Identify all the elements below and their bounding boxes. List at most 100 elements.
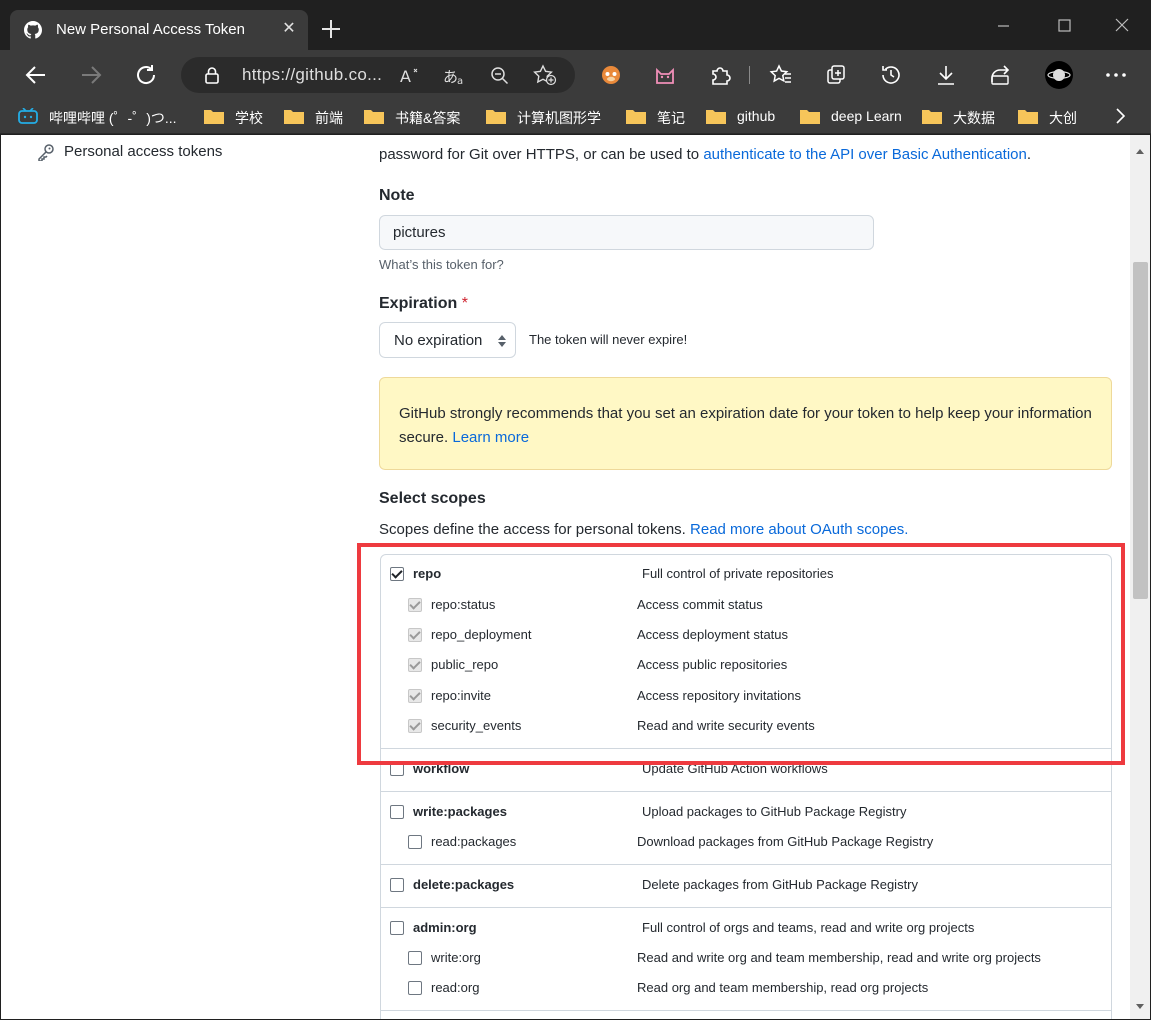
scope-name: repo:status	[431, 597, 496, 612]
select-arrows-icon	[498, 335, 506, 347]
scope-checkbox-repo-invite[interactable]	[408, 689, 422, 703]
scopes-desc-text: Scopes define the access for personal to…	[379, 521, 691, 538]
expiration-value: No expiration	[394, 332, 483, 349]
scope-name: public_repo	[431, 657, 499, 672]
close-window-icon[interactable]	[1109, 14, 1135, 38]
scope-description: Read and write security events	[637, 718, 815, 733]
svg-text:a: a	[457, 76, 463, 87]
basic-auth-link[interactable]: authenticate to the API over Basic Authe…	[703, 146, 1027, 163]
bookmark-label: 大数据	[953, 110, 995, 126]
scope-description: Read and write org and team membership, …	[637, 950, 1041, 965]
bilibili-icon	[18, 108, 38, 124]
forward-arrow-icon[interactable]	[78, 62, 104, 88]
bookmark-label: 前端	[315, 110, 343, 126]
page-scrollbar[interactable]	[1130, 135, 1150, 1019]
translate-icon[interactable]: あa	[443, 65, 467, 87]
browser-toolbar: https://github.co... A あa	[0, 50, 1151, 100]
refresh-icon[interactable]	[133, 62, 159, 88]
toolbar-divider	[749, 66, 750, 84]
scrollbar-thumb[interactable]	[1133, 262, 1148, 599]
scope-checkbox-write-packages[interactable]	[390, 805, 404, 819]
bookmark-label: 学校	[235, 110, 263, 126]
scope-row-read-packages: read:packages Download packages from Git…	[381, 832, 1111, 854]
scope-name: repo_deployment	[431, 627, 532, 642]
key-icon	[38, 144, 54, 161]
folder-icon	[1018, 110, 1038, 124]
extensions-puzzle-icon[interactable]	[707, 62, 733, 88]
scroll-down-arrow-icon[interactable]	[1135, 1001, 1145, 1011]
chevron-right-icon[interactable]	[1110, 106, 1130, 126]
scope-description: Update GitHub Action workflows	[642, 761, 828, 776]
scope-checkbox-repo-deployment[interactable]	[408, 628, 422, 642]
collections-icon[interactable]	[823, 62, 849, 88]
bookmark-label: 哔哩哔哩 (゜-゜)つ...	[49, 110, 177, 126]
expiration-label: Expiration *	[379, 295, 468, 313]
scope-name: read:org	[431, 980, 480, 995]
bookmark-label: 大创	[1049, 110, 1077, 126]
browser-tab[interactable]: New Personal Access Token ✕	[10, 10, 308, 50]
zoom-out-icon[interactable]	[490, 66, 510, 86]
expiration-note: The token will never expire!	[529, 332, 688, 347]
folder-icon	[626, 110, 646, 124]
scopes-list: repo Full control of private repositorie…	[380, 554, 1112, 1019]
read-aloud-icon[interactable]: A	[400, 66, 422, 86]
note-label: Note	[379, 187, 415, 204]
scope-description: Read org and team membership, read org p…	[637, 980, 929, 995]
scope-checkbox-read-org[interactable]	[408, 981, 422, 995]
extension-monkey-icon[interactable]	[598, 62, 624, 88]
scope-checkbox-security-events[interactable]	[408, 719, 422, 733]
scope-description: Download packages from GitHub Package Re…	[637, 834, 934, 849]
expiration-warning-flash: GitHub strongly recommends that you set …	[379, 377, 1112, 470]
svg-text:あ: あ	[443, 68, 458, 86]
scope-row-public-repo: public_repo Access public repositories	[381, 655, 1111, 677]
github-icon	[24, 21, 42, 39]
folder-icon	[706, 110, 726, 124]
scope-checkbox-repo[interactable]	[390, 567, 404, 581]
expiration-select[interactable]: No expiration	[379, 322, 516, 358]
downloads-icon[interactable]	[933, 62, 959, 88]
oauth-scopes-link[interactable]: Read more about OAuth scopes.	[690, 521, 908, 538]
new-tab-plus-icon[interactable]	[318, 16, 344, 42]
history-icon[interactable]	[878, 62, 904, 88]
bookmark-label: 书籍&答案	[395, 110, 461, 126]
scope-checkbox-write-org[interactable]	[408, 951, 422, 965]
add-favorite-icon[interactable]	[533, 64, 557, 86]
minimize-icon[interactable]	[990, 14, 1016, 38]
url-text: https://github.co...	[242, 65, 383, 84]
scope-checkbox-read-packages[interactable]	[408, 835, 422, 849]
scope-row-repo-status: repo:status Access commit status	[381, 595, 1111, 617]
scope-group-divider	[381, 907, 1111, 908]
learn-more-link[interactable]: Learn more	[452, 429, 529, 446]
expiration-label-text: Expiration	[379, 295, 458, 312]
scope-description: Access commit status	[637, 597, 763, 612]
scope-description: Access public repositories	[637, 657, 788, 672]
folder-icon	[364, 110, 384, 124]
scope-checkbox-delete-packages[interactable]	[390, 878, 404, 892]
share-icon[interactable]	[988, 62, 1014, 88]
scope-description: Full control of private repositories	[642, 566, 834, 581]
folder-icon	[204, 110, 224, 124]
intro-text: password for Git over HTTPS, or can be u…	[379, 146, 1031, 163]
folder-icon	[486, 110, 506, 124]
scope-row-admin-org: admin:org Full control of orgs and teams…	[381, 918, 1111, 940]
scope-checkbox-admin-org[interactable]	[390, 921, 404, 935]
favorites-icon[interactable]	[768, 62, 794, 88]
title-bar: New Personal Access Token ✕	[0, 0, 1151, 50]
scope-checkbox-repo-status[interactable]	[408, 598, 422, 612]
note-input[interactable]	[379, 215, 874, 250]
back-arrow-icon[interactable]	[23, 62, 49, 88]
tab-close-icon[interactable]: ✕	[280, 20, 298, 38]
scope-group-divider	[381, 1010, 1111, 1011]
scope-name: write:org	[431, 950, 481, 965]
bookmark-label: deep Learn	[831, 108, 902, 124]
extension-cat-icon[interactable]	[652, 62, 678, 88]
profile-avatar-icon[interactable]	[1044, 60, 1074, 90]
scope-checkbox-workflow[interactable]	[390, 762, 404, 776]
more-menu-icon[interactable]	[1103, 62, 1129, 88]
address-bar[interactable]: https://github.co... A あa	[181, 57, 575, 93]
scopes-description: Scopes define the access for personal to…	[379, 521, 908, 538]
scope-description: Delete packages from GitHub Package Regi…	[642, 877, 919, 892]
maximize-icon[interactable]	[1051, 14, 1077, 38]
scroll-up-arrow-icon[interactable]	[1135, 147, 1145, 157]
scope-checkbox-public-repo[interactable]	[408, 658, 422, 672]
